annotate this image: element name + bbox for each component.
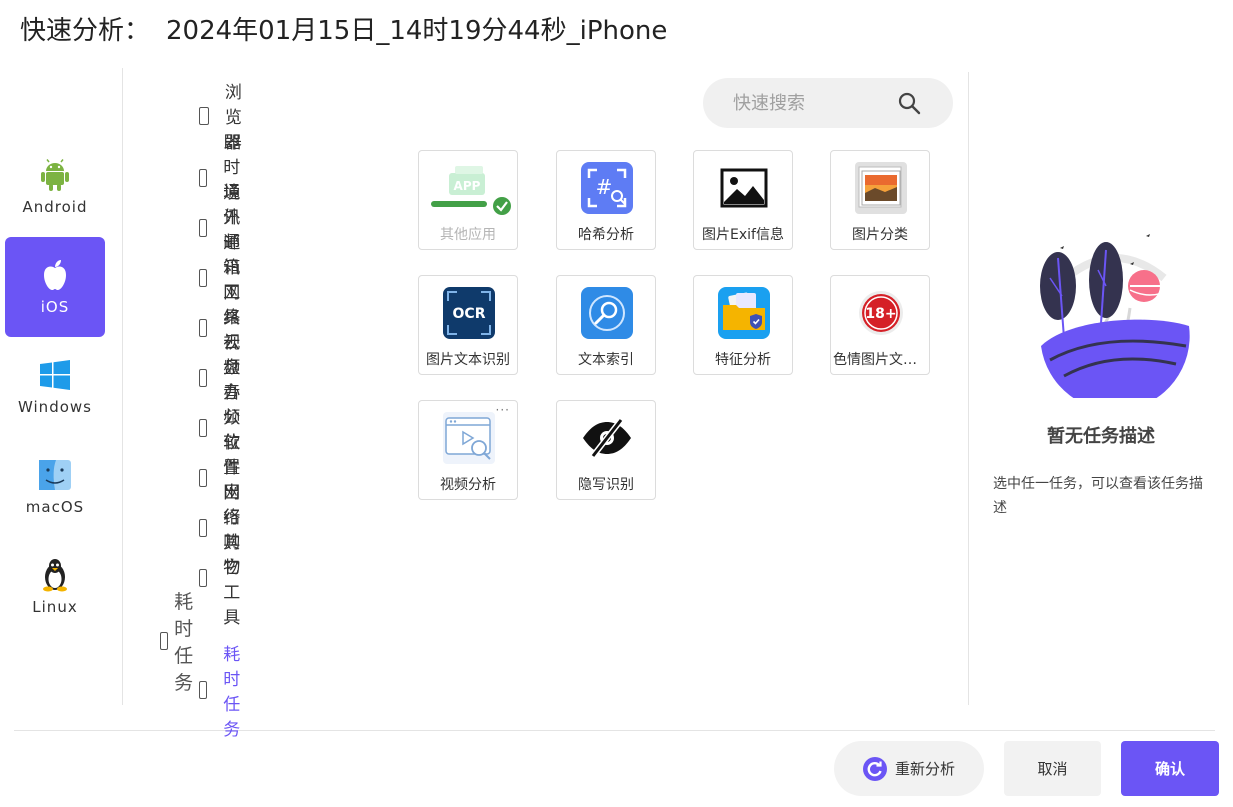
title-prefix: 快速分析： xyxy=(20,16,151,46)
task-label: 色情图片文字识别 xyxy=(833,352,927,368)
svg-text:#: # xyxy=(596,175,613,199)
video-search-icon xyxy=(443,412,495,464)
group-header[interactable]: 耗时任务 xyxy=(160,587,203,695)
group-item[interactable]: 耗时任务 xyxy=(199,640,250,740)
task-tile[interactable]: 图片分类 xyxy=(830,150,930,250)
category-item[interactable]: 其它工具 xyxy=(199,528,250,628)
more-options-icon[interactable]: ··· xyxy=(496,403,510,417)
checkbox[interactable] xyxy=(199,569,208,587)
footer-divider xyxy=(14,730,1215,731)
description-divider xyxy=(968,72,969,705)
confirm-button[interactable]: 确认 xyxy=(1121,741,1219,796)
os-label-macos: macOS xyxy=(25,498,85,516)
adult-18-icon: 18+ xyxy=(855,287,907,339)
svg-text:APP: APP xyxy=(454,179,481,193)
os-tab-linux[interactable]: Linux xyxy=(5,537,105,637)
disk-search-icon xyxy=(581,287,633,339)
task-tile[interactable]: ··· 视频分析 xyxy=(418,400,518,500)
task-tile[interactable]: 图片Exif信息 xyxy=(693,150,793,250)
task-tile[interactable]: 18+ 色情图片文字识别 xyxy=(830,275,930,375)
finder-icon xyxy=(38,458,72,492)
folder-shield-icon xyxy=(718,287,770,339)
penguin-icon xyxy=(38,558,72,592)
task-label: 特征分析 xyxy=(715,352,771,368)
task-label: 图片文本识别 xyxy=(426,352,510,368)
task-tile[interactable]: OCR 图片文本识别 xyxy=(418,275,518,375)
os-tab-windows[interactable]: Windows xyxy=(5,337,105,437)
search-box xyxy=(703,78,953,128)
os-tab-android[interactable]: Android xyxy=(5,137,105,237)
task-label: 其他应用 xyxy=(440,227,496,243)
reanalyze-button[interactable]: 重新分析 xyxy=(834,741,984,796)
image-icon xyxy=(718,162,770,214)
os-label-android: Android xyxy=(22,198,88,216)
hash-search-icon: # xyxy=(581,162,633,214)
os-label-linux: Linux xyxy=(32,598,78,616)
search-icon[interactable] xyxy=(897,91,921,119)
group-checkbox[interactable] xyxy=(160,632,169,650)
empty-state-illustration xyxy=(1040,234,1190,398)
os-tab-ios[interactable]: iOS xyxy=(5,237,105,337)
android-icon xyxy=(38,158,72,192)
os-label-windows: Windows xyxy=(18,398,92,416)
title-name: 2024年01月15日_14时19分44秒_iPhone xyxy=(166,16,668,46)
reanalyze-label: 重新分析 xyxy=(894,760,955,778)
adult-badge-text: 18+ xyxy=(865,306,896,322)
windows-icon xyxy=(38,358,72,392)
checkbox[interactable] xyxy=(199,106,209,125)
search-input[interactable] xyxy=(733,92,883,114)
task-label: 图片分类 xyxy=(852,227,908,243)
photo-stack-icon xyxy=(855,162,907,214)
category-label: 其它工具 xyxy=(223,533,241,628)
apple-icon xyxy=(38,258,72,292)
refresh-icon xyxy=(862,756,887,781)
ocr-icon: OCR xyxy=(443,287,495,339)
ocr-badge-text: OCR xyxy=(453,306,486,322)
os-tab-macos[interactable]: macOS xyxy=(5,437,105,537)
task-label: 哈希分析 xyxy=(578,227,634,243)
task-label: 图片Exif信息 xyxy=(702,227,784,243)
task-tile[interactable]: # 哈希分析 xyxy=(556,150,656,250)
task-tile[interactable]: 文本索引 xyxy=(556,275,656,375)
app-check-icon: APP xyxy=(429,162,513,215)
description-text: 选中任一任务，可以查看该任务描述 xyxy=(993,476,1203,516)
cancel-button[interactable]: 取消 xyxy=(1004,741,1101,796)
checkbox[interactable] xyxy=(199,681,208,699)
quick-analysis-dialog: 快速分析： 2024年01月15日_14时19分44秒_iPhone Androi… xyxy=(0,0,1233,807)
task-tile[interactable]: 特征分析 xyxy=(693,275,793,375)
description-title: 暂无任务描述 xyxy=(1047,426,1155,447)
sidebar-divider xyxy=(122,68,123,705)
task-label: 隐写识别 xyxy=(578,477,634,493)
task-label: 文本索引 xyxy=(578,352,634,368)
task-tile[interactable]: 隐写识别 xyxy=(556,400,656,500)
os-label-ios: iOS xyxy=(40,298,70,316)
task-tile[interactable]: APP 其他应用 xyxy=(418,150,518,250)
page-title: 快速分析： 2024年01月15日_14时19分44秒_iPhone xyxy=(20,10,667,47)
group-item-label: 耗时任务 xyxy=(223,645,241,740)
eye-slash-icon xyxy=(581,412,633,464)
task-label: 视频分析 xyxy=(440,477,496,493)
